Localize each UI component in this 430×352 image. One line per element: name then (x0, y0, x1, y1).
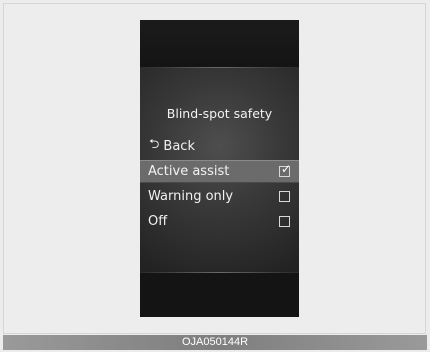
figure-code-bar: OJA050144R (3, 335, 427, 350)
figure-code: OJA050144R (181, 336, 249, 348)
checkbox[interactable] (279, 191, 290, 202)
option-warning-only[interactable]: Warning only (140, 185, 299, 208)
option-active-assist[interactable]: Active assist ✓ (140, 160, 299, 183)
checkbox[interactable] (279, 216, 290, 227)
option-label: Warning only (148, 189, 234, 204)
menu-title: Blind-spot safety (166, 106, 273, 121)
return-arrow-icon: ⮌ (149, 137, 160, 152)
back-button[interactable]: ⮌ Back (149, 137, 195, 155)
option-label: Off (148, 214, 168, 229)
checkbox[interactable]: ✓ (279, 162, 292, 177)
checkmark-icon: ✓ (281, 162, 292, 176)
back-label: Back (163, 138, 195, 154)
option-label: Active assist (148, 164, 230, 179)
display-screen: Blind-spot safety ⮌ Back Active assist ✓… (140, 20, 299, 317)
top-band (140, 20, 299, 68)
option-off[interactable]: Off (140, 210, 299, 233)
bottom-band (140, 273, 299, 317)
